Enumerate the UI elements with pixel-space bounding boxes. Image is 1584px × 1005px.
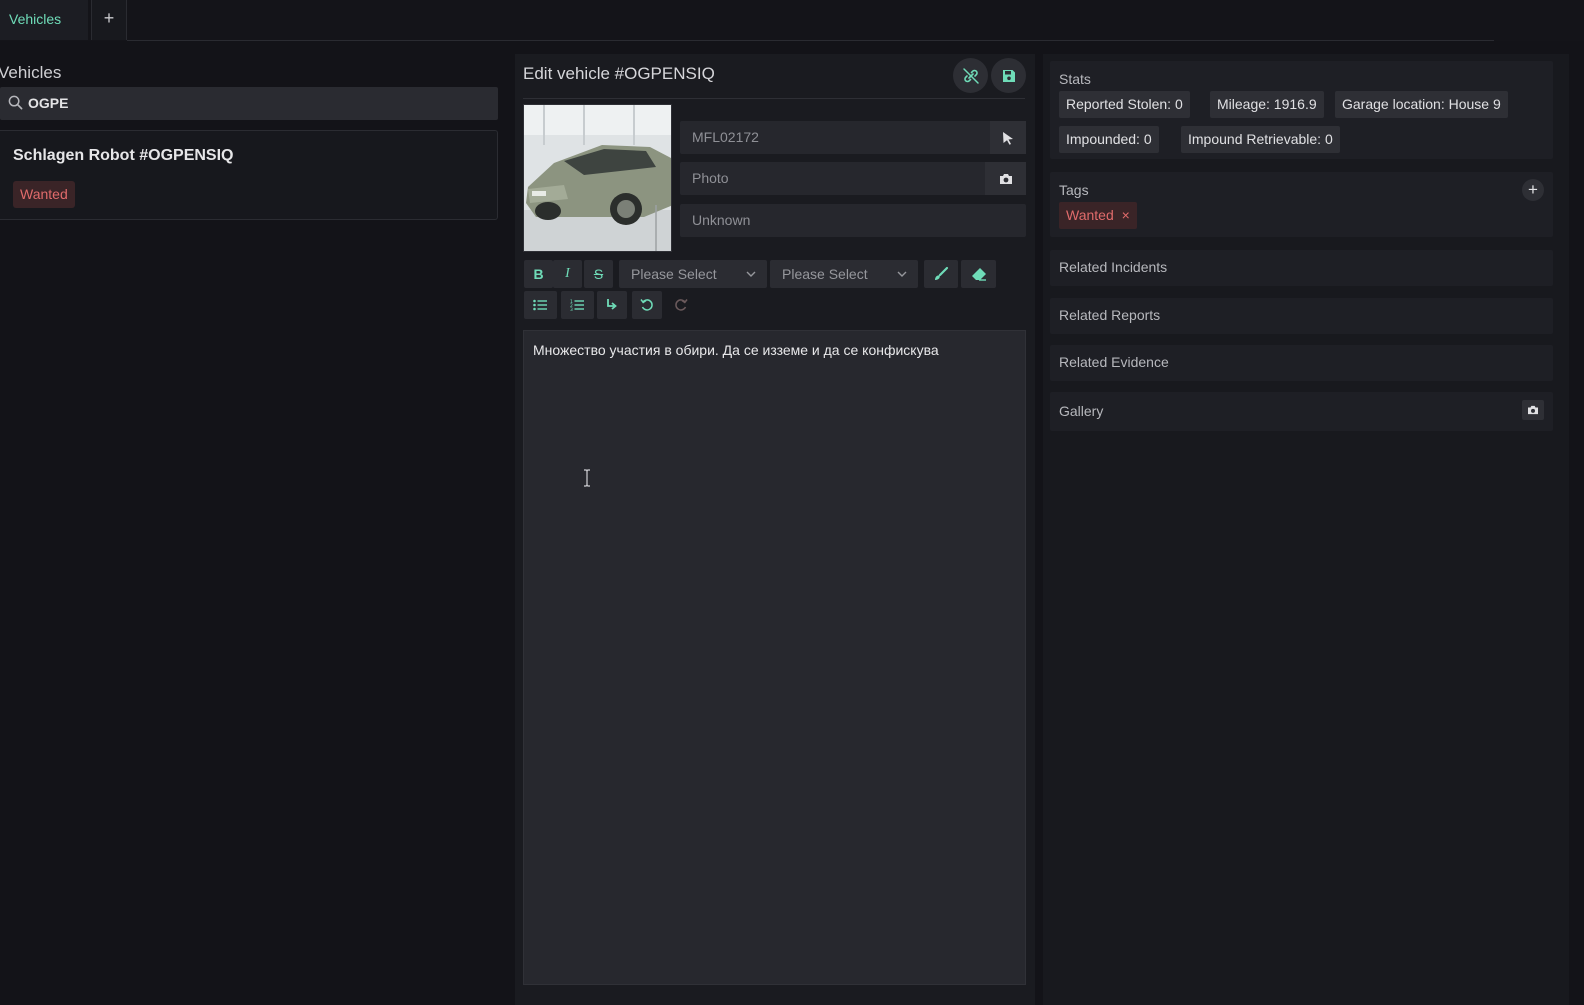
indent-button[interactable] (597, 291, 627, 319)
font-select[interactable]: Please Select (770, 260, 918, 288)
plate-field[interactable]: MFL02172 (680, 121, 1026, 154)
panel-title: Vehicles (0, 63, 62, 82)
vehicles-list-panel: Vehicles OGPE Schlagen Robot #OGPENSIQ W… (0, 54, 506, 1005)
chevron-down-icon (897, 271, 907, 277)
bullet-list-button[interactable] (524, 291, 557, 319)
stat-impound-retrievable: Impound Retrievable: 0 (1181, 126, 1340, 153)
notes-editor[interactable]: Множество участия в обири. Да се изземе … (523, 330, 1026, 985)
related-evidence-label: Related Evidence (1059, 354, 1169, 370)
tab-bar-divider (127, 40, 1494, 41)
take-photo-button[interactable] (985, 162, 1026, 195)
font-select-value: Please Select (782, 266, 868, 282)
redo-icon (675, 299, 688, 311)
tag-label: Wanted (1066, 207, 1114, 223)
stat-impounded: Impounded: 0 (1059, 126, 1159, 153)
unlink-icon (962, 67, 979, 84)
tab-vehicles[interactable]: Vehicles (0, 0, 88, 40)
search-input[interactable]: OGPE (0, 87, 498, 120)
brush-icon (935, 266, 949, 280)
gallery-section: Gallery (1050, 392, 1553, 431)
add-gallery-photo-button[interactable] (1522, 400, 1544, 420)
numbered-list-button[interactable]: 1 2 3 (561, 291, 594, 319)
edit-vehicle-panel: Edit vehicle #OGPENSIQ MFL02172 Photo Un… (515, 54, 1035, 1005)
text-cursor-icon (584, 469, 590, 487)
notes-content[interactable]: Множество участия в обири. Да се изземе … (533, 342, 939, 358)
stat-reported-stolen: Reported Stolen: 0 (1059, 91, 1190, 118)
related-incidents-label: Related Incidents (1059, 259, 1168, 275)
bold-button[interactable]: B (524, 260, 553, 288)
plate-value[interactable]: MFL02172 (692, 129, 759, 145)
vehicle-details-panel: Stats Reported Stolen: 0 Mileage: 1916.9… (1043, 54, 1569, 1005)
cursor-pointer-icon (1003, 131, 1013, 145)
heading-select[interactable]: Please Select (619, 260, 767, 288)
search-value[interactable]: OGPE (28, 95, 68, 111)
save-icon (1002, 69, 1015, 82)
gallery-label: Gallery (1059, 403, 1104, 419)
chevron-down-icon (746, 271, 756, 277)
tags-section: Tags + Wanted × (1050, 172, 1553, 237)
camera-icon (1528, 405, 1538, 415)
redo-button[interactable] (666, 291, 696, 319)
undo-button[interactable] (632, 291, 662, 319)
tag-chip: Wanted × (1059, 202, 1137, 229)
eraser-icon (971, 268, 986, 281)
search-icon (8, 95, 23, 110)
stats-section: Stats Reported Stolen: 0 Mileage: 1916.9… (1050, 61, 1553, 159)
status-value[interactable]: Unknown (692, 212, 750, 228)
unlink-button[interactable] (953, 58, 988, 93)
status-field[interactable]: Unknown (680, 204, 1026, 237)
car-image (524, 105, 671, 251)
page-title: Edit vehicle #OGPENSIQ (523, 64, 715, 83)
save-button[interactable] (991, 58, 1026, 93)
camera-icon (999, 173, 1012, 184)
numbered-list-icon: 1 2 3 (570, 299, 584, 311)
select-plate-button[interactable] (990, 121, 1026, 154)
related-evidence-section[interactable]: Related Evidence (1050, 345, 1553, 381)
related-reports-section[interactable]: Related Reports (1050, 298, 1553, 334)
photo-placeholder[interactable]: Photo (692, 170, 729, 186)
clear-format-button[interactable] (961, 260, 996, 288)
bullet-list-icon (533, 299, 547, 311)
stat-garage-location: Garage location: House 9 (1335, 91, 1508, 118)
header-divider (523, 98, 1025, 99)
photo-url-field[interactable]: Photo (680, 162, 1026, 195)
vehicle-photo[interactable] (523, 104, 672, 252)
add-tab-button[interactable]: + (91, 0, 127, 40)
close-icon[interactable]: × (1122, 207, 1130, 223)
stat-mileage: Mileage: 1916.9 (1210, 91, 1324, 118)
tags-label: Tags (1059, 182, 1089, 198)
tab-bar: Vehicles + (0, 0, 1584, 41)
indent-icon (607, 299, 617, 310)
highlight-button[interactable] (924, 260, 958, 288)
vehicle-title: Schlagen Robot #OGPENSIQ (13, 147, 234, 164)
undo-icon (640, 299, 653, 311)
status-badge: Wanted (13, 181, 75, 208)
related-incidents-section[interactable]: Related Incidents (1050, 250, 1553, 286)
stats-label: Stats (1059, 71, 1091, 87)
add-tag-button[interactable]: + (1522, 179, 1544, 201)
heading-select-value: Please Select (631, 266, 717, 282)
italic-button[interactable]: I (553, 260, 582, 288)
strikethrough-button[interactable]: S (584, 260, 613, 288)
related-reports-label: Related Reports (1059, 307, 1161, 323)
svg-text:3: 3 (570, 307, 573, 311)
list-item[interactable]: Schlagen Robot #OGPENSIQ Wanted (0, 130, 498, 220)
